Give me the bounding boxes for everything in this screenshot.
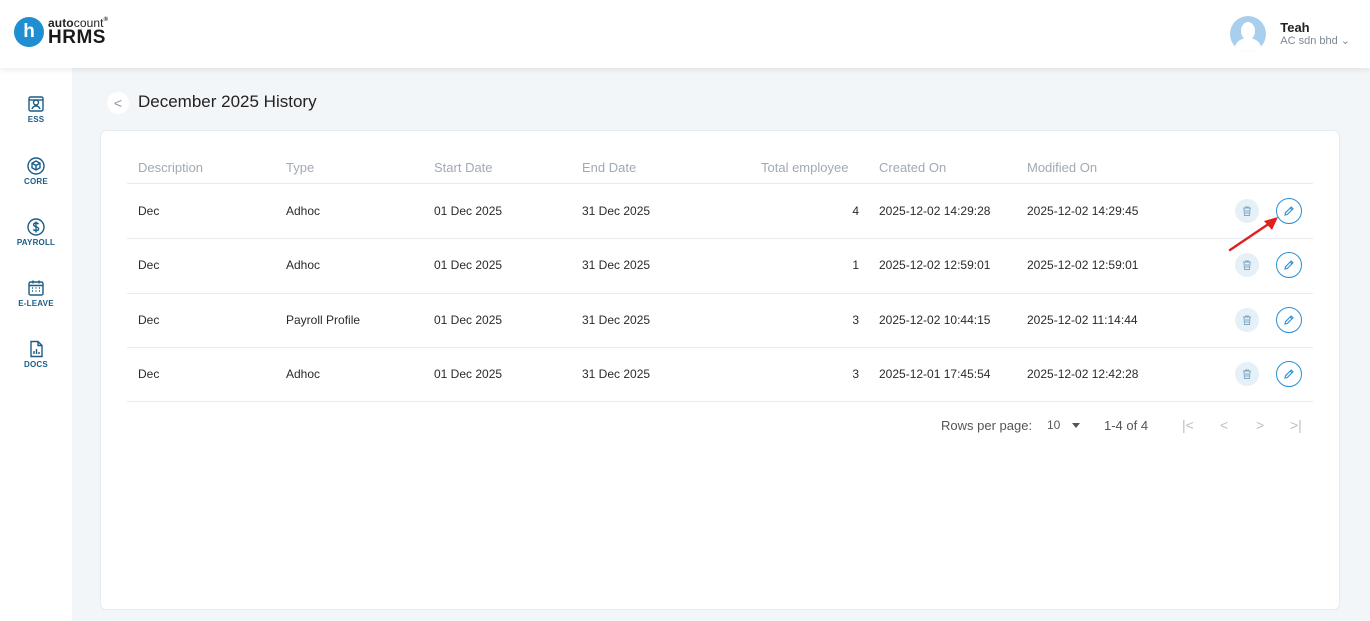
pencil-icon (1284, 206, 1294, 216)
last-page-icon[interactable]: >| (1290, 417, 1302, 433)
logo-product-text: HRMS (48, 27, 106, 48)
cell-modified-on: 2025-12-02 14:29:45 (1027, 204, 1139, 218)
cell-total-employee: 4 (852, 204, 859, 218)
edit-button[interactable] (1276, 198, 1302, 224)
cell-type: Adhoc (286, 367, 321, 381)
column-header-start-date[interactable]: Start Date (434, 160, 493, 175)
cell-created-on: 2025-12-02 10:44:15 (879, 313, 991, 327)
cell-description: Dec (138, 313, 160, 327)
next-page-icon[interactable]: > (1256, 417, 1264, 433)
edit-button[interactable] (1276, 307, 1302, 333)
calendar-icon (28, 280, 44, 296)
cell-description: Dec (138, 204, 160, 218)
column-header-type[interactable]: Type (286, 160, 314, 175)
pencil-icon (1284, 260, 1294, 270)
trash-icon (1243, 206, 1251, 216)
column-header-description[interactable]: Description (138, 160, 203, 175)
avatar[interactable] (1230, 16, 1267, 52)
cell-type: Adhoc (286, 204, 321, 218)
user-menu[interactable]: Teah AC sdn bhd ⌄ (1230, 16, 1350, 52)
delete-button[interactable] (1235, 199, 1259, 223)
cell-start-date: 01 Dec 2025 (434, 313, 503, 327)
cell-description: Dec (138, 258, 160, 272)
history-table-card: Description Type Start Date End Date Tot… (100, 130, 1340, 610)
trash-icon (1243, 369, 1251, 379)
cell-created-on: 2025-12-02 12:59:01 (879, 258, 991, 272)
delete-button[interactable] (1235, 362, 1259, 386)
cell-total-employee: 1 (852, 258, 859, 272)
sidebar: ESS CORE PAYROLL E-LEAVE DOCS (0, 68, 72, 621)
row-divider (127, 347, 1313, 348)
back-button[interactable]: < (107, 92, 129, 114)
cell-start-date: 01 Dec 2025 (434, 258, 503, 272)
document-chart-icon (30, 340, 43, 358)
company-selector[interactable]: AC sdn bhd ⌄ (1280, 35, 1350, 48)
app-logo[interactable]: h autocount® HRMS (14, 17, 108, 47)
user-name: Teah (1280, 19, 1310, 35)
delete-button[interactable] (1235, 308, 1259, 332)
cell-start-date: 01 Dec 2025 (434, 204, 503, 218)
header-divider (127, 183, 1313, 184)
logo-mark: h (14, 17, 44, 47)
dollar-icon (27, 218, 45, 236)
cell-end-date: 31 Dec 2025 (582, 313, 651, 327)
column-header-total-employee[interactable]: Total employee (761, 160, 848, 175)
cell-end-date: 31 Dec 2025 (582, 367, 651, 381)
rows-per-page-label: Rows per page: (941, 418, 1033, 433)
trash-icon (1243, 260, 1251, 270)
sidebar-item-docs[interactable]: DOCS (0, 340, 72, 369)
ess-icon (28, 96, 44, 112)
cell-description: Dec (138, 367, 160, 381)
sidebar-item-payroll[interactable]: PAYROLL (0, 218, 72, 247)
cell-modified-on: 2025-12-02 12:59:01 (1027, 258, 1139, 272)
cell-modified-on: 2025-12-02 11:14:44 (1027, 313, 1138, 327)
sidebar-item-eleave[interactable]: E-LEAVE (0, 279, 72, 308)
cell-end-date: 31 Dec 2025 (582, 204, 651, 218)
cell-created-on: 2025-12-01 17:45:54 (879, 367, 991, 381)
column-header-created-on[interactable]: Created On (879, 160, 946, 175)
column-header-end-date[interactable]: End Date (582, 160, 636, 175)
rows-per-page-select[interactable]: 10 (1047, 418, 1081, 432)
sidebar-item-core[interactable]: CORE (0, 157, 72, 186)
cell-modified-on: 2025-12-02 12:42:28 (1027, 367, 1139, 381)
row-divider (127, 401, 1313, 402)
cell-end-date: 31 Dec 2025 (582, 258, 651, 272)
pencil-icon (1284, 369, 1294, 379)
cell-type: Payroll Profile (286, 313, 361, 327)
delete-button[interactable] (1235, 253, 1259, 277)
pencil-icon (1284, 315, 1294, 325)
cell-created-on: 2025-12-02 14:29:28 (879, 204, 991, 218)
cell-total-employee: 3 (852, 367, 859, 381)
column-header-modified-on[interactable]: Modified On (1027, 160, 1097, 175)
first-page-icon[interactable]: |< (1182, 417, 1194, 433)
prev-page-icon[interactable]: < (1220, 417, 1228, 433)
page-title: December 2025 History (138, 92, 317, 111)
row-divider (127, 238, 1313, 239)
cube-icon (27, 157, 45, 175)
cell-total-employee: 3 (852, 313, 859, 327)
edit-button[interactable] (1276, 361, 1302, 387)
top-header: h autocount® HRMS Teah AC sdn bhd ⌄ (0, 0, 1370, 68)
caret-down-icon (1072, 422, 1081, 428)
sidebar-item-ess[interactable]: ESS (0, 95, 72, 124)
edit-button[interactable] (1276, 252, 1302, 278)
pagination-range: 1-4 of 4 (1104, 418, 1149, 433)
trash-icon (1243, 315, 1251, 325)
cell-type: Adhoc (286, 258, 321, 272)
row-divider (127, 293, 1313, 294)
cell-start-date: 01 Dec 2025 (434, 367, 503, 381)
